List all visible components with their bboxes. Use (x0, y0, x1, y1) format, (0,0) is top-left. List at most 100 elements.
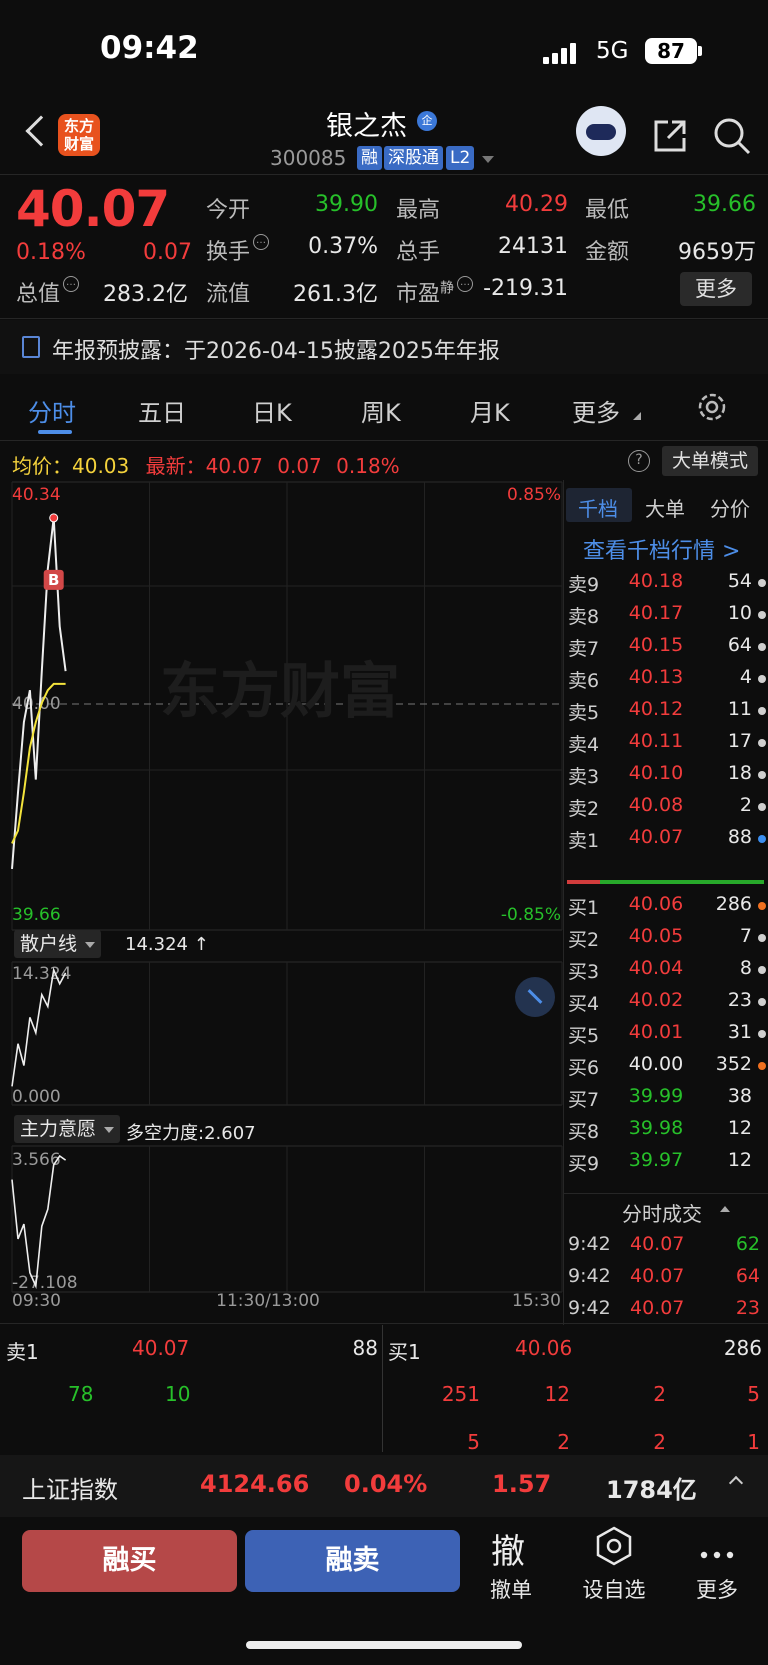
bid-dot-icon (758, 966, 766, 974)
trade-row[interactable]: 9:42 40.07 64 (566, 1265, 766, 1295)
ask-row[interactable]: 卖7 40.15 64 (566, 634, 766, 668)
ask-row[interactable]: 卖4 40.11 17 (566, 730, 766, 764)
main-intent-selector[interactable]: 主力意愿 (14, 1115, 121, 1143)
bid-level-label: 买4 (568, 993, 600, 1015)
ask-level-label: 卖8 (568, 606, 600, 628)
ask-level-label: 卖7 (568, 638, 600, 660)
market-cap-label: 总值… (16, 276, 80, 308)
stock-name[interactable]: 银之杰 (326, 104, 407, 143)
ask-level-label: 卖6 (568, 670, 600, 692)
index-name: 上证指数 (22, 1476, 118, 1504)
help-icon[interactable]: ? (628, 450, 650, 472)
bid-row[interactable]: 买4 40.02 23 (566, 989, 766, 1023)
home-indicator[interactable] (246, 1641, 522, 1649)
chevron-down-icon[interactable] (482, 156, 494, 163)
ask-price: 40.15 (628, 634, 684, 656)
info-icon[interactable]: … (457, 276, 474, 292)
bid-level-label: 买2 (568, 929, 600, 951)
bid-volume: 12 (727, 1117, 752, 1139)
search-icon[interactable] (712, 116, 752, 156)
market-cap-value: 283.2亿 (103, 282, 188, 307)
avg-label: 均价： (12, 454, 72, 478)
info-icon[interactable]: … (63, 276, 80, 292)
bid-row[interactable]: 买7 39.99 38 (566, 1085, 766, 1119)
settings-gear-icon[interactable] (696, 391, 728, 423)
bid-row[interactable]: 买6 40.00 352 (566, 1053, 766, 1087)
tab-more-corner-icon (633, 412, 641, 420)
margin-buy-button[interactable]: 融买 (22, 1530, 237, 1592)
chart-header: 均价：40.03 最新：40.07 0.07 0.18% (12, 450, 400, 479)
trade-volume: 64 (735, 1265, 760, 1287)
bid-level-label: 买8 (568, 1121, 600, 1143)
ask-row[interactable]: 卖1 40.07 88 (566, 826, 766, 860)
intraday-chart[interactable]: 东方财富 40.34 40.00 39.66 0.85% -0.85% B 14… (0, 480, 566, 1310)
tab-monthly-k[interactable]: 月K (470, 393, 510, 428)
ask-price: 40.18 (628, 570, 684, 592)
bid-level-label: 买9 (568, 1153, 600, 1175)
price-axis-max: 40.34 (12, 485, 61, 505)
orderbook-tab-price-dist[interactable]: 分价 (710, 493, 750, 522)
trade-time: 9:42 (568, 1265, 611, 1287)
back-icon[interactable] (25, 115, 57, 147)
bid-price: 39.98 (628, 1117, 684, 1139)
ask-dot-icon (758, 643, 766, 651)
retail-line-selector[interactable]: 散户线 (14, 930, 102, 958)
more-dots-icon[interactable] (700, 1544, 734, 1559)
ask-level-label: 卖5 (568, 702, 600, 724)
main-series-line (11, 1154, 67, 1290)
add-watchlist-label[interactable]: 设自选 (574, 1574, 654, 1604)
change-percent: 0.18% (16, 240, 86, 265)
main-intent-label: 主力意愿 (20, 1118, 97, 1140)
bid-price: 40.00 (628, 1053, 684, 1075)
main-axis-min: -27.108 (12, 1273, 78, 1293)
bid-row[interactable]: 买5 40.01 31 (566, 1021, 766, 1055)
retail-line-value: 14.324 ↑ (125, 934, 209, 955)
orderbook-tab-depth[interactable]: 千档 (578, 493, 618, 522)
lower-sell-price: 40.07 (132, 1336, 190, 1360)
bid-row[interactable]: 买9 39.97 12 (566, 1149, 766, 1183)
index-change: 1.57 (492, 1470, 552, 1498)
tab-five-day[interactable]: 五日 (138, 393, 186, 428)
more-label[interactable]: 更多 (677, 1574, 757, 1604)
cancel-order-icon[interactable]: 撤 (491, 1524, 525, 1573)
ask-row[interactable]: 卖9 40.18 54 (566, 570, 766, 604)
watchlist-hexagon-icon[interactable] (594, 1526, 634, 1566)
tab-more[interactable]: 更多 (572, 393, 620, 428)
bid-volume: 286 (715, 893, 752, 915)
x-label-close: 15:30 (512, 1291, 561, 1310)
view-depth-link[interactable]: 查看千档行情 > (583, 533, 740, 565)
bid-row[interactable]: 买1 40.06 286 (566, 893, 766, 927)
tab-weekly-k[interactable]: 周K (361, 393, 401, 428)
ask-row[interactable]: 卖5 40.12 11 (566, 698, 766, 732)
tab-intraday[interactable]: 分时 (28, 393, 76, 428)
margin-sell-button[interactable]: 融卖 (245, 1530, 460, 1592)
notice-text[interactable]: 年报预披露：于2026-04-15披露2025年年报 (52, 333, 500, 365)
trade-price: 40.07 (630, 1297, 685, 1319)
tab-daily-k[interactable]: 日K (252, 393, 292, 428)
more-quote-button[interactable]: 更多 (680, 272, 752, 306)
ask-row[interactable]: 卖3 40.10 18 (566, 762, 766, 796)
pe-value: -219.31 (483, 276, 568, 301)
bid-row[interactable]: 买8 39.98 12 (566, 1117, 766, 1151)
share-icon[interactable] (652, 118, 688, 154)
ask-row[interactable]: 卖2 40.08 2 (566, 794, 766, 828)
ask-row[interactable]: 卖8 40.17 10 (566, 602, 766, 636)
retail-line-label: 散户线 (20, 933, 78, 955)
cancel-order-label[interactable]: 撤单 (471, 1574, 551, 1604)
ask-price: 40.08 (628, 794, 684, 816)
big-order-mode-button[interactable]: 大单模式 (662, 446, 758, 476)
bid-row[interactable]: 买3 40.04 8 (566, 957, 766, 991)
bid-row[interactable]: 买2 40.05 7 (566, 925, 766, 959)
chevron-up-icon[interactable] (720, 1206, 730, 1212)
trades-header[interactable]: 分时成交 (622, 1198, 702, 1227)
trade-row[interactable]: 9:42 40.07 62 (566, 1233, 766, 1263)
pct-axis-max: 0.85% (507, 485, 561, 505)
ask-row[interactable]: 卖6 40.13 4 (566, 666, 766, 700)
network-type: 5G (596, 38, 629, 64)
ask-volume: 2 (739, 794, 752, 816)
signal-icon (543, 42, 579, 64)
orderbook-tab-big-order[interactable]: 大单 (645, 493, 685, 522)
expand-icon[interactable] (515, 977, 555, 1017)
ask-dot-icon (758, 739, 766, 747)
info-icon[interactable]: … (253, 234, 270, 250)
